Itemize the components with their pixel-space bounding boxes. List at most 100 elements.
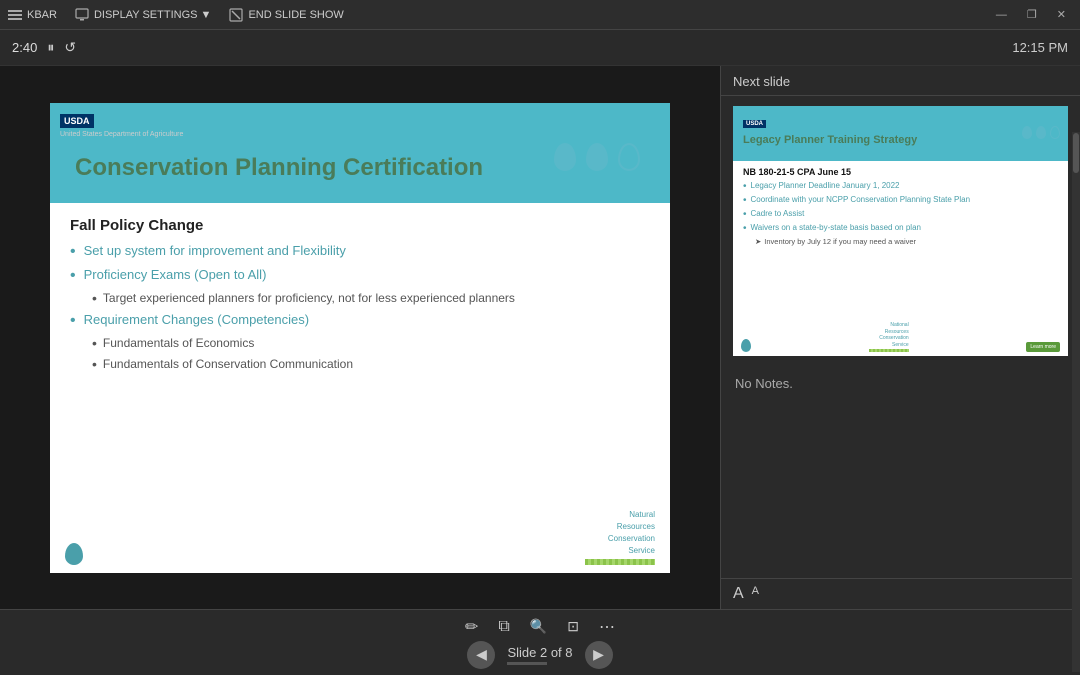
topbar-end-slideshow[interactable]: END SLIDE SHOW [229, 8, 343, 22]
thumb-drops [1022, 126, 1060, 139]
display-icon [75, 8, 89, 22]
drop-icon-1 [554, 143, 576, 171]
sub-dot-2-1: • [92, 290, 97, 307]
notes-area: No Notes. [721, 366, 1080, 578]
slide-footer: NaturalResourcesConservationService [50, 503, 670, 573]
playerbar: 2:40 ⏸ ↺ 12:15 PM [0, 30, 1080, 66]
thumb-bullet-dot-3: • [743, 209, 747, 220]
restore-button[interactable]: ❐ [1021, 6, 1043, 23]
thumb-bullet-text-2: Coordinate with your NCPP Conservation P… [751, 195, 971, 205]
pause-button[interactable]: ⏸ [47, 39, 54, 56]
main-content: USDA United States Department of Agricul… [0, 66, 1080, 609]
slide-sub-bullet-3-1: • Fundamentals of Economics [92, 335, 650, 352]
slide-bullet-2: • Proficiency Exams (Open to All) [70, 266, 650, 285]
thumb-drop-1 [1022, 126, 1032, 139]
slide-drop-bottom [65, 543, 83, 565]
bullet-dot-2: • [70, 266, 76, 285]
slide-indicator: Slide 2 of 8 [507, 645, 572, 660]
drop-icon-3 [618, 143, 640, 171]
slide-title: Conservation Planning Certification [70, 154, 483, 182]
usda-subtext: United States Department of Agriculture [60, 131, 183, 138]
thumb-bullet-1: • Legacy Planner Deadline January 1, 202… [743, 181, 1058, 192]
slide-area: USDA United States Department of Agricul… [0, 66, 720, 609]
thumb-bullet-dot-1: • [743, 181, 747, 192]
font-controls: A A [721, 578, 1080, 609]
bottombar: ✏ ⧉ 🔍 ⊡ ⋯ ◀ Slide 2 of 8 ▶ [0, 609, 1080, 675]
thumb-bullet-text-4: Waivers on a state-by-state basis based … [751, 223, 921, 233]
bottom-icons: ✏ ⧉ 🔍 ⊡ ⋯ [465, 617, 615, 637]
thumb-bullet-2: • Coordinate with your NCPP Conservation… [743, 195, 1058, 206]
crop-icon[interactable]: ⊡ [567, 618, 579, 635]
sub-text-3-1: Fundamentals of Economics [103, 335, 254, 352]
slide-section-title: Fall Policy Change [70, 217, 650, 234]
search-icon[interactable]: 🔍 [530, 618, 547, 635]
thumb-bullet-dot-2: • [743, 195, 747, 206]
slide-body: Fall Policy Change • Set up system for i… [50, 203, 670, 387]
thumb-sub-dot-4-1: ➤ [755, 237, 761, 246]
topbar-display-settings[interactable]: DISPLAY SETTINGS ▼ [75, 8, 211, 22]
slide-bullet-1: • Set up system for improvement and Flex… [70, 242, 650, 261]
more-options-icon[interactable]: ⋯ [599, 617, 615, 637]
clock-time: 12:15 PM [1012, 40, 1068, 55]
prev-slide-button[interactable]: ◀ [467, 641, 495, 669]
bullet-text-2: Proficiency Exams (Open to All) [84, 266, 267, 284]
topbar-kbar[interactable]: KBAR [8, 8, 57, 22]
drop-icon-2 [586, 143, 608, 171]
thumb-nrcs-text: NationalResourcesConservationService [879, 322, 908, 348]
right-panel: Next slide USDA Legacy Planner Training … [720, 66, 1080, 609]
thumb-bullet-text-3: Cadre to Assist [751, 209, 805, 219]
slide-frame: USDA United States Department of Agricul… [50, 103, 670, 573]
next-slide-thumbnail[interactable]: USDA Legacy Planner Training Strategy NB… [733, 106, 1068, 356]
scroll-thumb[interactable] [1073, 133, 1079, 173]
close-button[interactable]: ✕ [1051, 6, 1072, 23]
nav-controls: ◀ Slide 2 of 8 ▶ [467, 641, 612, 669]
slide-header: USDA United States Department of Agricul… [50, 103, 670, 203]
sub-dot-3-2: • [92, 356, 97, 373]
thumb-header: USDA Legacy Planner Training Strategy [733, 106, 1068, 161]
thumb-title: Legacy Planner Training Strategy [743, 134, 1058, 146]
end-icon [229, 8, 243, 22]
sub-dot-3-1: • [92, 335, 97, 352]
bullet-text-3: Requirement Changes (Competencies) [84, 311, 309, 329]
slide-sub-bullet-3-2: • Fundamentals of Conservation Communica… [92, 356, 650, 373]
copy-icon[interactable]: ⧉ [498, 618, 509, 636]
elapsed-time: 2:40 [12, 40, 37, 55]
slide-indicator-wrapper: Slide 2 of 8 [507, 645, 572, 665]
font-decrease-button[interactable]: A [752, 585, 759, 603]
sub-text-2-1: Target experienced planners for proficie… [103, 290, 515, 307]
thumb-sub-bullet-4-1: ➤ Inventory by July 12 if you may need a… [755, 237, 1058, 246]
nrcs-branding: NaturalResourcesConservationService [585, 509, 655, 565]
thumb-footer: NationalResourcesConservationService Lea… [733, 321, 1068, 356]
slide-sub-bullet-2-1: • Target experienced planners for profic… [92, 290, 650, 307]
thumb-drop-small [741, 339, 751, 352]
minimize-button[interactable]: — [990, 7, 1013, 23]
next-slide-label: Next slide [721, 66, 1080, 96]
slide-progress-bar [507, 662, 547, 665]
thumb-nrcs-bar [869, 349, 909, 352]
thumb-bullet-4: • Waivers on a state-by-state basis base… [743, 223, 1058, 234]
menu-icon [8, 8, 22, 22]
thumb-subtitle: NB 180-21-5 CPA June 15 [743, 167, 1058, 177]
thumb-bullet-text-1: Legacy Planner Deadline January 1, 2022 [751, 181, 900, 191]
right-scrollbar[interactable] [1072, 132, 1080, 672]
thumb-body: NB 180-21-5 CPA June 15 • Legacy Planner… [733, 161, 1068, 254]
thumb-green-button[interactable]: Learn more [1026, 342, 1060, 352]
font-increase-button[interactable]: A [733, 585, 744, 603]
nrcs-text: NaturalResourcesConservationService [585, 509, 655, 557]
bullet-text-1: Set up system for improvement and Flexib… [84, 242, 346, 260]
usda-logo-box: USDA [60, 114, 94, 128]
thumb-bullet-dot-4: • [743, 223, 747, 234]
slide-bullet-3: • Requirement Changes (Competencies) [70, 311, 650, 330]
bullet-dot-3: • [70, 311, 76, 330]
next-slide-button[interactable]: ▶ [585, 641, 613, 669]
bullet-dot-1: • [70, 242, 76, 261]
topbar: KBAR DISPLAY SETTINGS ▼ END SLIDE SHOW —… [0, 0, 1080, 30]
sub-text-3-2: Fundamentals of Conservation Communicati… [103, 356, 353, 373]
nrcs-bar [585, 559, 655, 565]
usda-logo: USDA United States Department of Agricul… [60, 111, 183, 138]
thumb-bullet-3: • Cadre to Assist [743, 209, 1058, 220]
thumb-usda-logo: USDA [743, 120, 766, 128]
thumb-sub-text-4-1: Inventory by July 12 if you may need a w… [764, 237, 916, 246]
refresh-button[interactable]: ↺ [64, 39, 76, 56]
pencil-icon[interactable]: ✏ [465, 617, 478, 637]
